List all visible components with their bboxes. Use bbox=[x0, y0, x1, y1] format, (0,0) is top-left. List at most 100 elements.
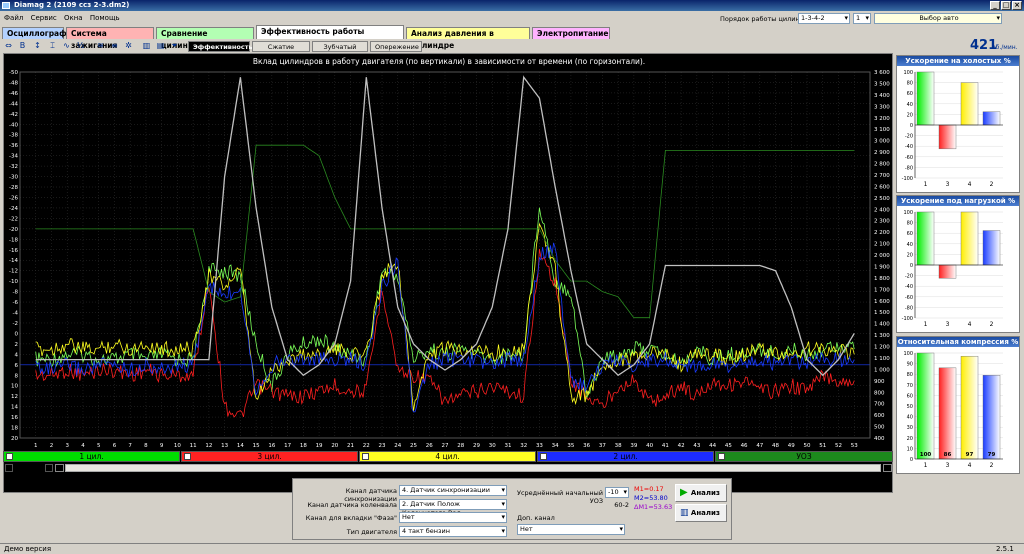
x-tick-label: 40 bbox=[646, 443, 653, 449]
wave-icon[interactable]: ∿ bbox=[62, 41, 71, 51]
bold-icon[interactable]: B bbox=[18, 41, 27, 51]
bar-3 bbox=[938, 124, 957, 150]
y2-tick-label: 2 200 bbox=[874, 230, 890, 236]
app-icon bbox=[2, 2, 10, 9]
y2-tick-label: 900 bbox=[874, 379, 885, 385]
legend-check[interactable] bbox=[362, 453, 369, 460]
y-tick-label: 70 bbox=[907, 383, 913, 389]
y-tick-label: -8 bbox=[13, 290, 19, 296]
crank-channel-select[interactable]: 2. Датчик Полож Коленчатого Вал bbox=[399, 499, 507, 517]
bar-value-label: 100 bbox=[920, 452, 932, 458]
legend-check[interactable] bbox=[184, 453, 191, 460]
maximize-button[interactable]: □ bbox=[1001, 1, 1011, 10]
menu-file[interactable]: Файл bbox=[4, 14, 23, 22]
x-tick-label: 16 bbox=[268, 443, 275, 449]
legend-cyl2[interactable]: 2 цил. bbox=[537, 451, 714, 462]
zoom-fit-icon[interactable]: ⇔ bbox=[4, 41, 13, 51]
tab-oscilloscope[interactable]: Осциллограф bbox=[2, 27, 67, 39]
scale-icon[interactable]: ↕ bbox=[33, 41, 42, 51]
cylinder-spin[interactable]: 1 bbox=[853, 13, 871, 24]
auto-select[interactable]: Выбор авто bbox=[874, 13, 1002, 24]
subtab-efficiency[interactable]: Эффективность bbox=[188, 41, 253, 52]
close-button[interactable]: × bbox=[1012, 1, 1022, 10]
analysis-bars-button[interactable]: ▥ Анализ bbox=[675, 504, 727, 522]
x-tick-label: 44 bbox=[709, 443, 716, 449]
x-tick-label: 23 bbox=[379, 443, 386, 449]
y-tick-label: -20 bbox=[9, 227, 18, 233]
sync-channel-select[interactable]: 4. Датчик синхронизации bbox=[399, 485, 507, 496]
title-bar: Diamag 2 (2109 ссз 2-3.dm2) _ □ × bbox=[0, 0, 1024, 11]
extra-channel-select[interactable]: Нет bbox=[517, 524, 625, 535]
horizontal-scrollbar[interactable] bbox=[65, 464, 881, 472]
y-tick-label: 16 bbox=[11, 415, 18, 421]
bars-icon[interactable]: ▤ bbox=[156, 41, 165, 51]
y-tick-label: 12 bbox=[11, 394, 18, 400]
y-tick-label: -48 bbox=[9, 80, 18, 86]
tab-efficiency[interactable]: Эффективность работы цилиндров bbox=[256, 25, 404, 48]
firing-order-select[interactable]: 1-3-4-2 bbox=[798, 13, 850, 24]
phase-channel-select[interactable]: Нет bbox=[399, 512, 507, 523]
y-tick-label: -16 bbox=[9, 248, 18, 254]
mark-icon[interactable]: ✲ bbox=[124, 41, 133, 51]
filter-icon[interactable]: ≋ bbox=[96, 41, 105, 51]
ratio-icon[interactable]: ½ bbox=[76, 41, 85, 51]
y-tick-label: 10 bbox=[907, 446, 913, 452]
x-tick-label: 50 bbox=[804, 443, 811, 449]
menu-windows[interactable]: Окна bbox=[64, 14, 83, 22]
y-tick-label: -20 bbox=[905, 134, 913, 140]
subtab-advance[interactable]: Опережение bbox=[370, 41, 422, 52]
compression-chart: Относительная компрессия % 100 90 80 70 60 50… bbox=[896, 336, 1020, 474]
legend-cyl1[interactable]: 1 цил. bbox=[3, 451, 180, 462]
chart-icon[interactable]: ▥ bbox=[142, 41, 151, 51]
legend-check[interactable] bbox=[718, 453, 725, 460]
x-tick-label: 13 bbox=[221, 443, 228, 449]
y-tick-label: 10 bbox=[11, 384, 18, 390]
y-tick-label: 20 bbox=[907, 252, 913, 258]
y-tick-label: 20 bbox=[11, 436, 18, 442]
y-tick-label: 0 bbox=[910, 123, 913, 129]
y-tick-label: -40 bbox=[905, 144, 913, 150]
align-icon[interactable]: ≡ bbox=[110, 41, 119, 51]
legend-cyl3[interactable]: 3 цил. bbox=[181, 451, 358, 462]
crank-channel-label: Канал датчика коленвала bbox=[307, 501, 397, 509]
legend-uoz[interactable]: УОЗ bbox=[715, 451, 893, 462]
status-bar: Демо версия 2.5.1 bbox=[0, 543, 1024, 554]
menu-help[interactable]: Помощь bbox=[90, 14, 120, 22]
y-tick-label: 90 bbox=[907, 362, 913, 368]
tab-ignition[interactable]: Система зажигания bbox=[66, 27, 154, 50]
subtab-tooth-disk[interactable]: Зубчатый диск bbox=[312, 41, 368, 61]
tab-power[interactable]: Электропитание bbox=[532, 27, 610, 39]
subtab-compression[interactable]: Сжатие (дизель) bbox=[252, 41, 310, 61]
x-tick-label: 7 bbox=[128, 443, 132, 449]
y-tick-label: 60 bbox=[907, 231, 913, 237]
engine-type-label: Тип двигателя bbox=[346, 528, 397, 536]
legend-check[interactable] bbox=[540, 453, 547, 460]
zoom-out-icon[interactable]: − bbox=[5, 464, 13, 472]
y-tick-label: 80 bbox=[907, 81, 913, 87]
scroll-left-icon[interactable]: ◂ bbox=[55, 464, 64, 472]
y-tick-label: 100 bbox=[903, 70, 913, 76]
x-tick-label: 2 bbox=[990, 321, 994, 328]
uoz-spin[interactable]: -10 bbox=[605, 487, 629, 498]
analysis-button[interactable]: ▶ Анализ bbox=[675, 484, 727, 502]
engine-type-select[interactable]: 4 такт бензин bbox=[399, 526, 507, 537]
y2-tick-label: 2 900 bbox=[874, 150, 890, 156]
cursor-icon[interactable]: ⌶ bbox=[48, 41, 57, 51]
y-tick-label: -40 bbox=[9, 122, 18, 128]
zoom-in-icon[interactable]: + bbox=[45, 464, 53, 472]
menu-bar: Файл Сервис Окна Помощь bbox=[0, 12, 600, 24]
tab-cylinder-compare[interactable]: Сравнение цилиндров bbox=[156, 27, 254, 50]
funnel-icon[interactable]: ⏷ bbox=[170, 41, 179, 51]
legend-check[interactable] bbox=[6, 453, 13, 460]
y-tick-label: -100 bbox=[902, 316, 913, 322]
bar-2 bbox=[982, 111, 1001, 126]
legend-cyl4[interactable]: 4 цил. bbox=[359, 451, 536, 462]
x-tick-label: 17 bbox=[284, 443, 291, 449]
play-icon: ▶ bbox=[680, 487, 688, 498]
menu-service[interactable]: Сервис bbox=[31, 14, 57, 22]
minimize-button[interactable]: _ bbox=[990, 1, 1000, 10]
idle-acceleration-title: Ускорение на холостых % bbox=[897, 56, 1019, 66]
y-tick-label: 80 bbox=[907, 372, 913, 378]
tab-pressure[interactable]: Анализ давления в цилиндре bbox=[406, 27, 530, 50]
scroll-right-icon[interactable]: ▸ bbox=[883, 464, 892, 472]
